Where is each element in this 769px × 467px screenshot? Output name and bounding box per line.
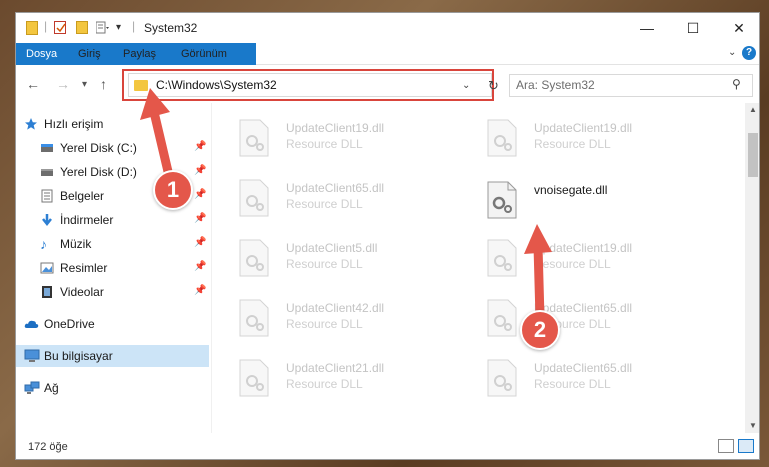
arrow-2 <box>524 224 552 323</box>
step-badge-1: 1 <box>153 170 193 210</box>
arrow-1 <box>140 88 175 185</box>
step-badge-2: 2 <box>520 310 560 350</box>
annotation-arrows <box>140 88 552 323</box>
